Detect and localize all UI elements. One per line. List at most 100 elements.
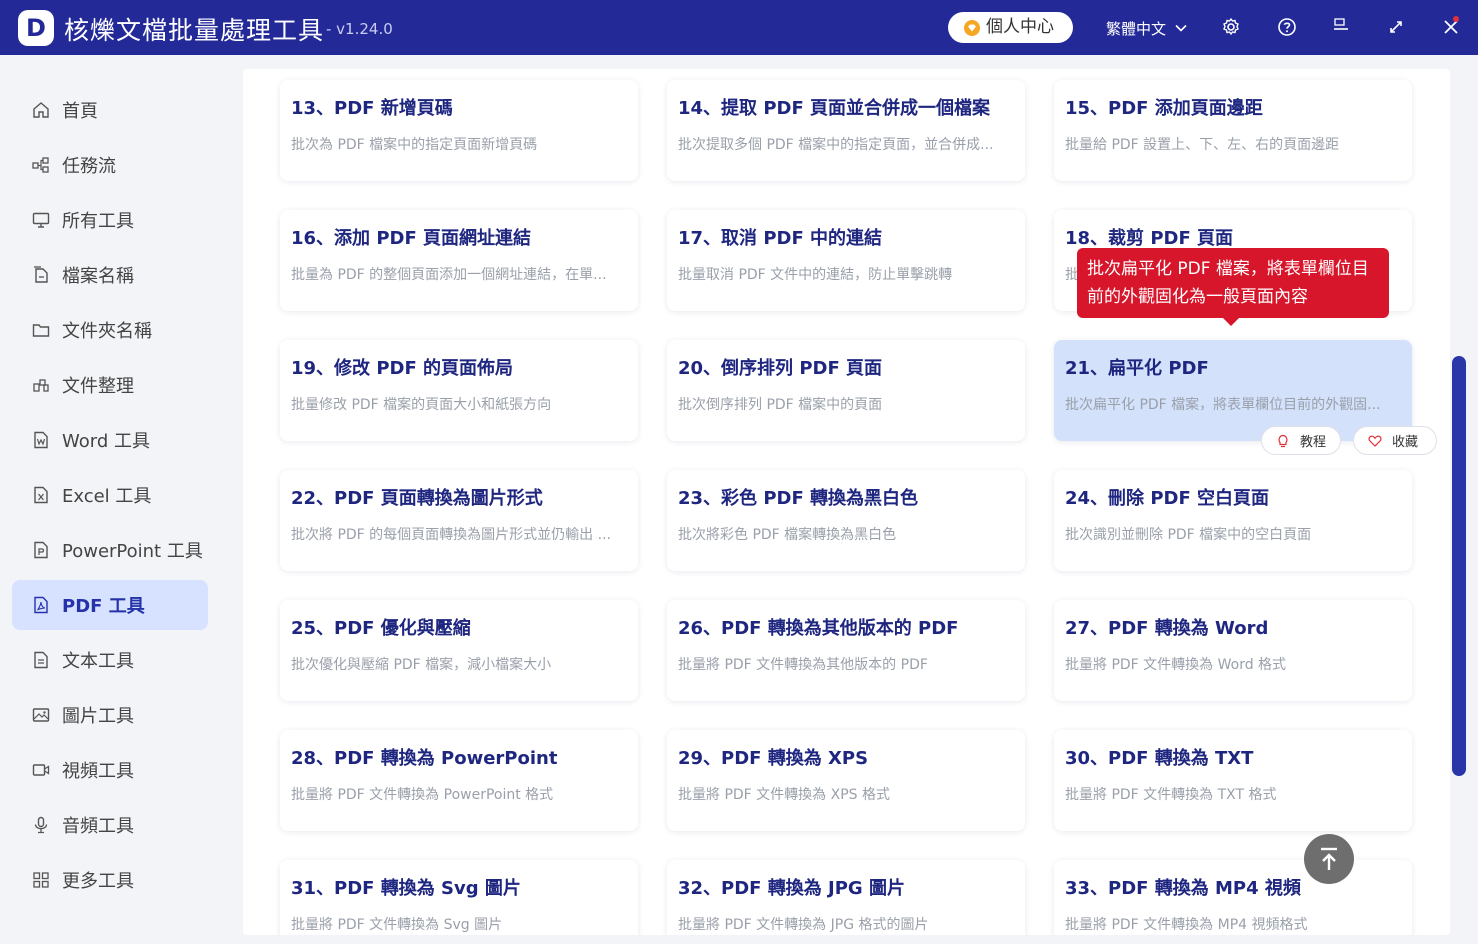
- tool-card[interactable]: 30、PDF 轉換為 TXT 批量將 PDF 文件轉換為 TXT 格式: [1054, 730, 1412, 831]
- settings-icon[interactable]: [1220, 16, 1242, 38]
- sidebar-item-pdf[interactable]: PDF 工具: [12, 580, 208, 630]
- sidebar-item-video[interactable]: 視頻工具: [12, 745, 208, 795]
- arrow-up-icon: [1321, 847, 1337, 870]
- tool-card-title: 28、PDF 轉換為 PowerPoint: [291, 748, 558, 769]
- tool-card-desc: 批量將 PDF 文件轉換為 Svg 圖片: [291, 917, 503, 933]
- sidebar-item-word[interactable]: Word 工具: [12, 415, 208, 465]
- tool-card[interactable]: 32、PDF 轉換為 JPG 圖片 批量將 PDF 文件轉換為 JPG 格式的圖…: [667, 860, 1025, 935]
- sidebar-item-file-name[interactable]: 檔案名稱: [12, 250, 208, 300]
- tool-card-desc: 批量將 PDF 文件轉換為 MP4 視頻格式: [1065, 917, 1308, 933]
- sidebar-item-more[interactable]: 更多工具: [12, 855, 208, 905]
- audio-icon: [34, 816, 48, 834]
- tutorial-button[interactable]: 教程: [1261, 426, 1341, 455]
- tool-card-hovered[interactable]: 21、扁平化 PDF 批次扁平化 PDF 檔案，將表單欄位目前的外觀固...: [1054, 340, 1412, 441]
- grid-icon: [33, 872, 49, 888]
- tool-card[interactable]: 20、倒序排列 PDF 頁面 批次倒序排列 PDF 檔案中的頁面: [667, 340, 1025, 441]
- tutorial-label: 教程: [1300, 435, 1327, 450]
- sidebar-item-label: 文本工具: [62, 651, 134, 672]
- tool-card-desc: 批次扁平化 PDF 檔案，將表單欄位目前的外觀固...: [1065, 397, 1381, 413]
- user-center-button[interactable]: 個人中心: [948, 12, 1073, 43]
- tool-card-title: 20、倒序排列 PDF 頁面: [678, 358, 883, 379]
- tool-card[interactable]: 17、取消 PDF 中的連結 批量取消 PDF 文件中的連結，防止單擊跳轉: [667, 210, 1025, 311]
- tool-card-title: 14、提取 PDF 頁面並合併成一個檔案: [678, 98, 991, 119]
- sidebar-item-label: 首頁: [62, 101, 98, 122]
- sidebar-item-label: Word 工具: [62, 431, 150, 452]
- tool-card[interactable]: 14、提取 PDF 頁面並合併成一個檔案 批次提取多個 PDF 檔案中的指定頁面…: [667, 80, 1025, 181]
- tool-card[interactable]: 24、刪除 PDF 空白頁面 批次識別並刪除 PDF 檔案中的空白頁面: [1054, 470, 1412, 571]
- file-name-icon: [34, 266, 48, 283]
- diamond-icon: [964, 20, 980, 36]
- tool-card[interactable]: 13、PDF 新增頁碼 批次為 PDF 檔案中的指定頁面新增頁碼: [280, 80, 638, 181]
- sidebar: 首頁 任務流 所有工具 檔案名稱 文件夾名稱 文件整理 Word 工具 Exce…: [0, 55, 242, 944]
- tool-card[interactable]: 23、彩色 PDF 轉換為黑白色 批次將彩色 PDF 檔案轉換為黑白色: [667, 470, 1025, 571]
- help-icon[interactable]: [1276, 16, 1298, 38]
- tooltip: 批次扁平化 PDF 檔案，將表單欄位目前的外觀固化為一般頁面內容: [1077, 248, 1389, 326]
- tool-card[interactable]: 31、PDF 轉換為 Svg 圖片 批量將 PDF 文件轉換為 Svg 圖片: [280, 860, 638, 935]
- tool-card[interactable]: 33、PDF 轉換為 MP4 視頻 批量將 PDF 文件轉換為 MP4 視頻格式: [1054, 860, 1412, 935]
- back-to-top-button[interactable]: [1304, 834, 1354, 884]
- title-bar: D 核爍文檔批量處理工具 - v1.24.0 個人中心 繁體中文: [0, 0, 1478, 55]
- logo-letter: D: [26, 14, 46, 42]
- tool-card-title: 15、PDF 添加頁面邊距: [1065, 98, 1263, 119]
- sidebar-item-powerpoint[interactable]: PowerPoint 工具: [12, 525, 208, 575]
- sidebar-item-label: 所有工具: [62, 211, 134, 232]
- close-icon[interactable]: [1440, 16, 1462, 38]
- tool-grid: 13、PDF 新增頁碼 批次為 PDF 檔案中的指定頁面新增頁碼 14、提取 P…: [243, 69, 1450, 935]
- tool-card-title: 13、PDF 新增頁碼: [291, 98, 453, 119]
- tool-card[interactable]: 16、添加 PDF 頁面網址連結 批量為 PDF 的整個頁面添加一個網址連結，在…: [280, 210, 638, 311]
- user-center-label: 個人中心: [986, 17, 1054, 37]
- sidebar-item-label: 文件夾名稱: [62, 321, 152, 342]
- tool-card[interactable]: 19、修改 PDF 的頁面佈局 批量修改 PDF 檔案的頁面大小和紙張方向: [280, 340, 638, 441]
- sidebar-item-audio[interactable]: 音頻工具: [12, 800, 208, 850]
- tool-card[interactable]: 26、PDF 轉換為其他版本的 PDF 批量將 PDF 文件轉換為其他版本的 P…: [667, 600, 1025, 701]
- tool-card[interactable]: 27、PDF 轉換為 Word 批量將 PDF 文件轉換為 Word 格式: [1054, 600, 1412, 701]
- tool-card-title: 32、PDF 轉換為 JPG 圖片: [678, 878, 905, 899]
- tool-card-desc: 批次將 PDF 的每個頁面轉換為圖片形式並仍輸出 ...: [291, 527, 611, 543]
- chevron-down-icon[interactable]: [1173, 20, 1189, 36]
- tool-card-desc: 批次識別並刪除 PDF 檔案中的空白頁面: [1065, 527, 1312, 543]
- sidebar-item-label: 圖片工具: [62, 706, 134, 727]
- sidebar-item-label: 文件整理: [62, 376, 134, 397]
- language-select[interactable]: 繁體中文: [1106, 18, 1166, 39]
- app-title: 核爍文檔批量處理工具: [64, 16, 325, 45]
- tool-card-desc: 批量將 PDF 文件轉換為 Word 格式: [1065, 657, 1287, 673]
- scrollbar-thumb[interactable]: [1452, 356, 1466, 776]
- sidebar-item-excel[interactable]: Excel 工具: [12, 470, 208, 520]
- tool-card-title: 26、PDF 轉換為其他版本的 PDF: [678, 618, 959, 639]
- video-icon: [32, 764, 50, 776]
- tool-card-desc: 批量取消 PDF 文件中的連結，防止單擊跳轉: [678, 267, 953, 283]
- tool-card-desc: 批量修改 PDF 檔案的頁面大小和紙張方向: [291, 397, 552, 413]
- tool-card-desc: 批量將 PDF 文件轉換為 XPS 格式: [678, 787, 890, 803]
- sidebar-item-text[interactable]: 文本工具: [12, 635, 208, 685]
- folder-icon: [32, 324, 50, 337]
- word-icon: [34, 431, 48, 449]
- sidebar-item-image[interactable]: 圖片工具: [12, 690, 208, 740]
- tool-card-desc: 批量為 PDF 的整個頁面添加一個網址連結，在單...: [291, 267, 607, 283]
- sidebar-item-folder-name[interactable]: 文件夾名稱: [12, 305, 208, 355]
- heart-icon: [1368, 435, 1382, 447]
- tool-card-desc: 批次為 PDF 檔案中的指定頁面新增頁碼: [291, 137, 538, 153]
- maximize-icon[interactable]: [1385, 16, 1407, 38]
- tool-card[interactable]: 22、PDF 頁面轉換為圖片形式 批次將 PDF 的每個頁面轉換為圖片形式並仍輸…: [280, 470, 638, 571]
- tool-card-desc: 批次優化與壓縮 PDF 檔案，減小檔案大小: [291, 657, 552, 673]
- app-version: - v1.24.0: [326, 20, 393, 38]
- tool-card[interactable]: 28、PDF 轉換為 PowerPoint 批量將 PDF 文件轉換為 Powe…: [280, 730, 638, 831]
- tool-card-desc: 批量將 PDF 文件轉換為其他版本的 PDF: [678, 657, 928, 673]
- sidebar-item-label: Excel 工具: [62, 486, 152, 507]
- sidebar-item-workflow[interactable]: 任務流: [12, 140, 208, 190]
- sidebar-item-organize[interactable]: 文件整理: [12, 360, 208, 410]
- sidebar-item-home[interactable]: 首頁: [12, 85, 208, 135]
- tool-card-title: 24、刪除 PDF 空白頁面: [1065, 488, 1270, 509]
- image-icon: [32, 708, 50, 722]
- sidebar-item-all-tools[interactable]: 所有工具: [12, 195, 208, 245]
- tool-card-title: 18、裁剪 PDF 頁面: [1065, 228, 1234, 249]
- minimize-icon[interactable]: [1330, 16, 1352, 38]
- tooltip-arrow: [1223, 318, 1239, 326]
- tool-card[interactable]: 29、PDF 轉換為 XPS 批量將 PDF 文件轉換為 XPS 格式: [667, 730, 1025, 831]
- text-icon: [34, 651, 48, 669]
- tool-card[interactable]: 25、PDF 優化與壓縮 批次優化與壓縮 PDF 檔案，減小檔案大小: [280, 600, 638, 701]
- favorite-button[interactable]: 收藏: [1353, 426, 1437, 455]
- tool-card-title: 21、扁平化 PDF: [1065, 358, 1209, 379]
- tool-card[interactable]: 15、PDF 添加頁面邊距 批量給 PDF 設置上、下、左、右的頁面邊距: [1054, 80, 1412, 181]
- tool-card-title: 29、PDF 轉換為 XPS: [678, 748, 869, 769]
